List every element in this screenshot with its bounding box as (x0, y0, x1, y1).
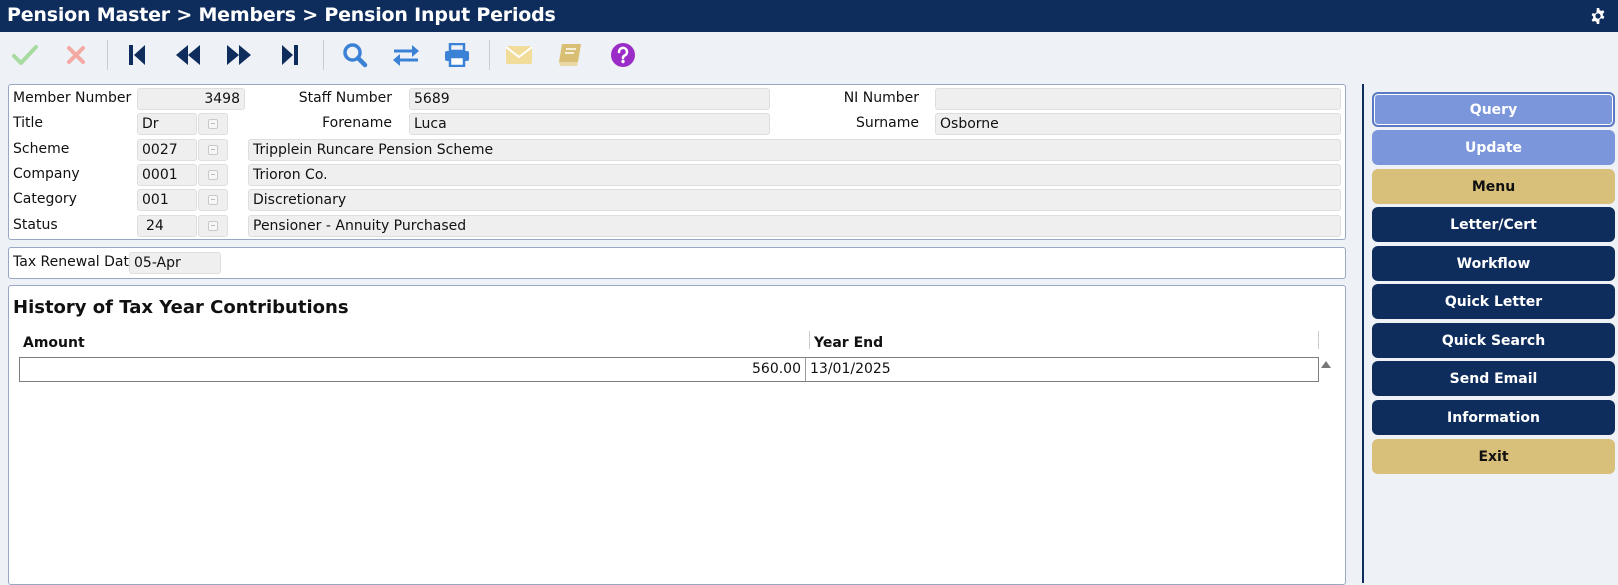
staff-number-label: Staff Number (298, 90, 392, 106)
history-title: History of Tax Year Contributions (13, 297, 349, 318)
first-record-icon[interactable] (122, 40, 152, 70)
status-label: Status (13, 217, 58, 233)
category-name-field: Discretionary (248, 189, 1341, 211)
tax-renewal-date-field[interactable]: 05-Apr (129, 252, 221, 274)
forename-label: Forename (322, 115, 392, 131)
column-divider (1318, 331, 1319, 349)
company-label: Company (13, 166, 80, 182)
surname-label: Surname (856, 115, 919, 131)
gear-icon[interactable] (1590, 8, 1606, 24)
lookup-icon (208, 195, 218, 205)
close-icon[interactable] (61, 40, 91, 70)
sidebar-divider (1362, 84, 1364, 583)
year-end-cell: 13/01/2025 (810, 361, 891, 377)
status-lookup-button[interactable] (198, 215, 228, 237)
page-title: Pension Master > Members > Pension Input… (7, 4, 556, 26)
category-code-field[interactable]: 001 (137, 189, 197, 211)
tax-renewal-label: Tax Renewal Date (13, 254, 138, 270)
scheme-name-field: Tripplein Runcare Pension Scheme (248, 139, 1341, 161)
query-button[interactable]: Query (1372, 92, 1615, 127)
history-grid: Amount Year End 560.00 13/01/2025 (13, 327, 1343, 583)
scheme-code-field[interactable]: 0027 (137, 139, 197, 161)
scheme-lookup-button[interactable] (198, 139, 228, 161)
scroll-up-arrow-icon[interactable] (1321, 361, 1331, 368)
previous-record-icon[interactable] (173, 40, 203, 70)
status-code-field[interactable]: 24 (137, 215, 197, 237)
company-lookup-button[interactable] (198, 164, 228, 186)
table-row[interactable]: 560.00 13/01/2025 (19, 357, 1319, 382)
member-number-field[interactable]: 3498 (137, 88, 245, 110)
surname-field[interactable]: Osborne (935, 113, 1341, 135)
workflow-button[interactable]: Workflow (1372, 246, 1615, 281)
information-button[interactable]: Information (1372, 400, 1615, 435)
company-name-field: Trioron Co. (248, 164, 1341, 186)
toolbar-divider (107, 40, 108, 70)
check-icon[interactable] (10, 40, 40, 70)
lookup-icon (208, 145, 218, 155)
menu-button[interactable]: Menu (1372, 169, 1615, 204)
envelope-icon[interactable] (504, 40, 534, 70)
next-record-icon[interactable] (224, 40, 254, 70)
toolbar-divider (489, 40, 490, 70)
staff-number-field[interactable]: 5689 (409, 88, 770, 110)
lookup-icon (208, 119, 218, 129)
forename-field[interactable]: Luca (409, 113, 770, 135)
toolbar (0, 32, 1618, 78)
lookup-icon (208, 170, 218, 180)
title-field[interactable]: Dr (137, 113, 197, 135)
lookup-icon (208, 221, 218, 231)
title-label: Title (13, 115, 44, 131)
scheme-label: Scheme (13, 141, 70, 157)
search-icon[interactable] (340, 40, 370, 70)
print-icon[interactable] (442, 40, 472, 70)
help-icon[interactable] (608, 40, 638, 70)
member-number-label: Member Number (13, 90, 132, 106)
send-email-button[interactable]: Send Email (1372, 361, 1615, 396)
company-code-field[interactable]: 0001 (137, 164, 197, 186)
category-label: Category (13, 191, 77, 207)
title-bar: Pension Master > Members > Pension Input… (0, 0, 1618, 32)
exit-button[interactable]: Exit (1372, 439, 1615, 474)
ni-number-label: NI Number (843, 90, 919, 106)
swap-icon[interactable] (391, 40, 421, 70)
status-name-field: Pensioner - Annuity Purchased (248, 215, 1341, 237)
update-button[interactable]: Update (1372, 130, 1615, 165)
title-lookup-button[interactable] (198, 113, 228, 135)
book-icon[interactable] (555, 40, 585, 70)
column-header-amount[interactable]: Amount (23, 335, 85, 351)
ni-number-field[interactable] (935, 88, 1341, 110)
column-divider (809, 331, 810, 349)
last-record-icon[interactable] (275, 40, 305, 70)
letter-cert-button[interactable]: Letter/Cert (1372, 207, 1615, 242)
toolbar-divider (323, 40, 324, 70)
quick-letter-button[interactable]: Quick Letter (1372, 284, 1615, 319)
amount-cell: 560.00 (20, 358, 806, 381)
quick-search-button[interactable]: Quick Search (1372, 323, 1615, 358)
column-header-year-end[interactable]: Year End (814, 335, 883, 351)
category-lookup-button[interactable] (198, 189, 228, 211)
